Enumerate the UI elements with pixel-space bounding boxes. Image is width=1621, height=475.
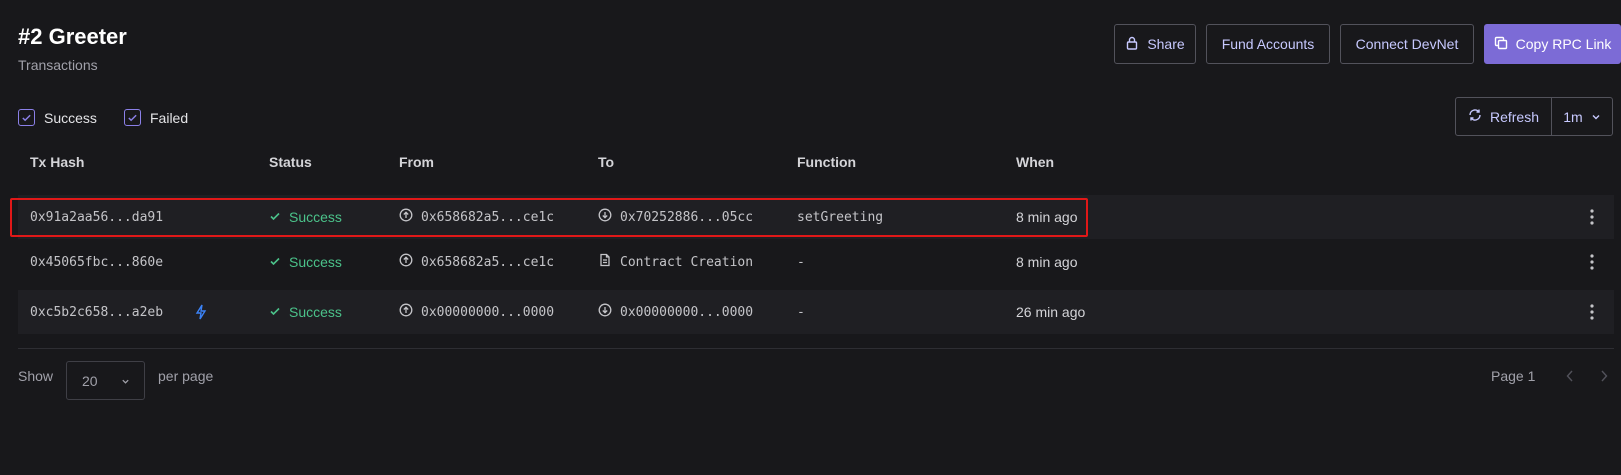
copy-rpc-link-button[interactable]: Copy RPC Link <box>1484 24 1621 64</box>
filter-success-checkbox[interactable]: Success <box>18 109 97 126</box>
per-page-value: 20 <box>82 372 98 389</box>
status-label: Success <box>289 209 342 225</box>
checkbox-checked-icon <box>18 109 35 126</box>
checkbox-checked-icon <box>124 109 141 126</box>
copy-icon <box>1494 36 1508 53</box>
status-label: Success <box>289 254 342 270</box>
to-address[interactable]: 0x00000000...0000 <box>598 290 753 334</box>
from-address-text: 0x658682a5...ce1c <box>421 209 555 225</box>
column-header-function: Function <box>797 154 857 170</box>
contract-creation[interactable]: Contract Creation <box>598 240 753 284</box>
table-row[interactable]: 0xc5b2c658...a2eb Success 0x00000000...0… <box>18 290 1614 334</box>
page-subtitle: Transactions <box>18 57 98 73</box>
function-name: - <box>797 254 805 270</box>
function-name: - <box>797 304 805 320</box>
share-button[interactable]: Share <box>1114 24 1196 64</box>
function-name: setGreeting <box>797 209 884 225</box>
copy-rpc-link-label: Copy RPC Link <box>1515 36 1612 52</box>
refresh-icon <box>1468 108 1482 125</box>
divider <box>18 348 1614 349</box>
time-ago: 8 min ago <box>1016 209 1078 225</box>
arrow-up-circle-icon <box>399 253 413 271</box>
filter-success-label: Success <box>44 109 97 126</box>
arrow-up-circle-icon <box>399 303 413 321</box>
from-address[interactable]: 0x658682a5...ce1c <box>399 195 554 239</box>
status-badge: Success <box>269 290 342 334</box>
per-page-select[interactable]: 20 <box>66 361 145 400</box>
arrow-down-circle-icon <box>598 208 612 226</box>
refresh-interval-value: 1m <box>1563 108 1583 125</box>
from-address-text: 0x658682a5...ce1c <box>421 254 555 270</box>
refresh-label: Refresh <box>1489 108 1540 125</box>
tx-hash-link[interactable]: 0xc5b2c658...a2eb <box>30 290 163 334</box>
page-indicator: Page 1 <box>1491 368 1536 384</box>
status-badge: Success <box>269 240 342 284</box>
status-badge: Success <box>269 195 342 239</box>
show-label: Show <box>18 368 54 384</box>
column-header-tx-hash: Tx Hash <box>30 154 85 170</box>
check-icon <box>269 209 281 225</box>
per-page-label: per page <box>158 368 214 384</box>
column-header-when: When <box>1016 154 1055 170</box>
from-address[interactable]: 0x00000000...0000 <box>399 290 554 334</box>
column-header-status: Status <box>269 154 312 170</box>
time-ago: 8 min ago <box>1016 254 1078 270</box>
more-options-icon[interactable] <box>1582 195 1602 239</box>
table-row[interactable]: 0x45065fbc...860e Success 0x658682a5...c… <box>18 240 1614 284</box>
arrow-up-circle-icon <box>399 208 413 226</box>
document-icon <box>598 253 612 271</box>
chevron-down-icon <box>121 373 130 389</box>
connect-devnet-button[interactable]: Connect DevNet <box>1340 24 1474 64</box>
column-header-to: To <box>598 154 615 170</box>
to-address[interactable]: 0x70252886...05cc <box>598 195 753 239</box>
refresh-control: Refresh 1m <box>1455 97 1613 136</box>
to-address-text: 0x00000000...0000 <box>620 304 754 320</box>
table-row[interactable]: 0x91a2aa56...da91 Success 0x658682a5...c… <box>18 195 1614 239</box>
share-button-label: Share <box>1147 36 1185 52</box>
more-options-icon[interactable] <box>1582 240 1602 284</box>
to-address-text: 0x70252886...05cc <box>620 209 754 225</box>
more-options-icon[interactable] <box>1582 290 1602 334</box>
refresh-button[interactable]: Refresh <box>1456 98 1552 135</box>
bolt-icon <box>195 290 207 334</box>
filter-failed-label: Failed <box>150 109 189 126</box>
refresh-interval-select[interactable]: 1m <box>1552 98 1612 135</box>
next-page-icon[interactable] <box>1596 366 1612 386</box>
status-label: Success <box>289 304 342 320</box>
chevron-down-icon <box>1591 109 1601 125</box>
lock-icon <box>1125 36 1139 53</box>
tx-hash-link[interactable]: 0x91a2aa56...da91 <box>30 195 163 239</box>
fund-accounts-label: Fund Accounts <box>1221 36 1315 52</box>
page-title: #2 Greeter <box>18 24 127 49</box>
tx-hash-link[interactable]: 0x45065fbc...860e <box>30 240 163 284</box>
fund-accounts-button[interactable]: Fund Accounts <box>1206 24 1330 64</box>
check-icon <box>269 304 281 320</box>
previous-page-icon[interactable] <box>1562 366 1578 386</box>
from-address-text: 0x00000000...0000 <box>421 304 555 320</box>
filter-failed-checkbox[interactable]: Failed <box>124 109 188 126</box>
time-ago: 26 min ago <box>1016 304 1086 320</box>
to-address-text: Contract Creation <box>620 254 754 270</box>
check-icon <box>269 254 281 270</box>
arrow-down-circle-icon <box>598 303 612 321</box>
connect-devnet-label: Connect DevNet <box>1355 36 1459 52</box>
from-address[interactable]: 0x658682a5...ce1c <box>399 240 554 284</box>
column-header-from: From <box>399 154 434 170</box>
